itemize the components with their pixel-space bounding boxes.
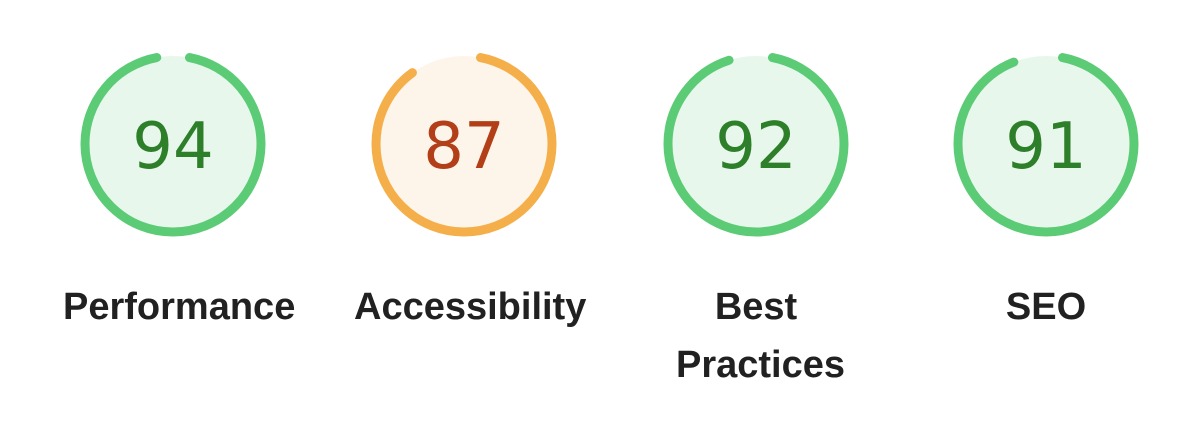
score-value: 87 <box>423 110 504 184</box>
category-label: SEO <box>1005 286 1087 328</box>
score-value: 94 <box>132 110 213 184</box>
score-ring: 94 <box>80 51 266 237</box>
category-label: Accessibility <box>354 286 587 328</box>
score-ring: 92 <box>663 51 849 237</box>
gauge-best-practices[interactable]: 92 Best Practices <box>626 44 886 394</box>
lighthouse-scores: 94 Performance 87 Accessibility 92 Best … <box>0 0 1196 436</box>
score-value: 91 <box>1005 110 1086 184</box>
score-value: 92 <box>715 110 796 184</box>
gauge-performance[interactable]: 94 Performance <box>43 44 303 336</box>
gauge-accessibility[interactable]: 87 Accessibility <box>334 44 594 336</box>
gauge-seo[interactable]: 91 SEO <box>916 44 1176 336</box>
score-ring: 87 <box>371 51 557 237</box>
score-ring: 91 <box>953 51 1139 237</box>
category-label: Best Practices <box>676 286 846 386</box>
category-label: Performance <box>63 286 296 328</box>
